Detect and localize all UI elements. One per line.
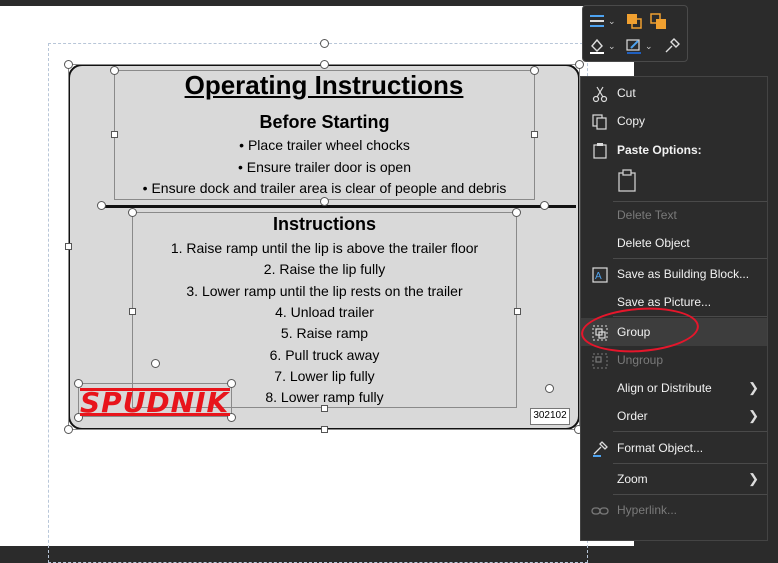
chevron-right-icon: ❯ — [748, 380, 759, 395]
paste-icon — [593, 143, 607, 159]
chevron-down-icon[interactable]: ⌄ — [608, 16, 616, 27]
rotate-handle[interactable] — [545, 384, 554, 393]
step-item[interactable]: 6. Pull truck away — [132, 347, 517, 363]
menu-separator — [613, 258, 767, 259]
chevron-right-icon: ❯ — [748, 408, 759, 423]
chevron-down-icon[interactable]: ⌄ — [645, 41, 653, 52]
mini-toolbar: ⌄ ⌄ ⌄ — [582, 5, 688, 62]
menu-item-hyperlink[interactable]: Hyperlink... — [581, 496, 767, 524]
menu-item-zoom[interactable]: Zoom ❯ — [581, 465, 767, 493]
menu-item-label: Delete Object — [617, 236, 690, 250]
outline-color-icon[interactable] — [625, 37, 643, 55]
menu-item-label: Zoom — [617, 472, 648, 486]
step-item[interactable]: 7. Lower lip fully — [132, 368, 517, 384]
chevron-down-icon[interactable]: ⌄ — [608, 41, 616, 52]
before-starting-heading[interactable]: Before Starting — [114, 112, 535, 133]
rotate-handle[interactable] — [320, 39, 329, 48]
resize-handle[interactable] — [320, 60, 329, 69]
before-item[interactable]: • Ensure trailer door is open — [114, 159, 535, 175]
resize-handle[interactable] — [64, 425, 73, 434]
spudnik-logo[interactable]: SPUDNIK — [80, 384, 230, 419]
menu-item-copy[interactable]: Copy — [581, 107, 767, 135]
menu-item-format-object[interactable]: Format Object... — [581, 434, 767, 462]
format-painter-icon[interactable] — [663, 37, 681, 55]
step-item[interactable]: 1. Raise ramp until the lip is above the… — [132, 240, 517, 256]
menu-item-save-building-block[interactable]: A Save as Building Block... — [581, 260, 767, 288]
menu-item-label: Hyperlink... — [617, 503, 678, 517]
menu-item-label: Delete Text — [617, 208, 677, 222]
menu-item-cut[interactable]: Cut — [581, 79, 767, 107]
svg-text:A: A — [595, 271, 602, 282]
instructions-heading[interactable]: Instructions — [132, 214, 517, 235]
step-item[interactable]: 2. Raise the lip fully — [132, 261, 517, 277]
resize-handle[interactable] — [540, 201, 549, 210]
fill-color-icon[interactable] — [588, 37, 606, 55]
resize-handle[interactable] — [65, 243, 72, 250]
menu-separator — [613, 494, 767, 495]
menu-item-label: Align or Distribute — [617, 381, 712, 395]
ungroup-icon — [592, 353, 608, 369]
menu-item-label: Format Object... — [617, 441, 704, 455]
send-backward-icon[interactable] — [649, 12, 667, 30]
menu-item-order[interactable]: Order ❯ — [581, 402, 767, 430]
resize-handle[interactable] — [321, 426, 328, 433]
resize-handle[interactable] — [64, 60, 73, 69]
menu-item-label: Order — [617, 409, 648, 423]
menu-item-delete-object[interactable]: Delete Object — [581, 229, 767, 257]
menu-item-label: Copy — [617, 114, 646, 128]
menu-item-paste-options: Paste Options: — [581, 136, 767, 164]
menu-item-align-distribute[interactable]: Align or Distribute ❯ — [581, 374, 767, 402]
logo-text: SPUDNIK — [80, 386, 230, 419]
building-block-icon: A — [592, 267, 608, 283]
format-object-icon — [593, 441, 608, 457]
scissors-icon — [592, 86, 608, 103]
sign-title[interactable]: Operating Instructions — [68, 70, 580, 101]
hyperlink-icon — [591, 507, 609, 515]
step-item[interactable]: 4. Unload trailer — [132, 304, 517, 320]
menu-item-label: Save as Building Block... — [617, 267, 750, 281]
resize-handle[interactable] — [97, 201, 106, 210]
step-item[interactable]: 3. Lower ramp until the lip rests on the… — [132, 283, 517, 299]
menu-item-label: Paste Options: — [617, 143, 702, 157]
menu-separator — [613, 431, 767, 432]
context-menu: Cut Copy Paste Options: Delete Text Dele… — [580, 76, 768, 541]
wrap-text-icon[interactable] — [588, 12, 606, 30]
menu-separator — [613, 463, 767, 464]
before-item[interactable]: • Place trailer wheel chocks — [114, 137, 535, 153]
part-code-box[interactable]: 302102 — [530, 408, 570, 425]
resize-handle[interactable] — [320, 197, 329, 206]
bring-forward-icon[interactable] — [625, 12, 643, 30]
menu-item-delete-text[interactable]: Delete Text — [581, 201, 767, 229]
resize-handle[interactable] — [321, 405, 328, 412]
before-item[interactable]: • Ensure dock and trailer area is clear … — [104, 180, 545, 196]
menu-item-label: Cut — [617, 86, 636, 100]
chevron-right-icon: ❯ — [748, 471, 759, 486]
paste-keep-format-icon[interactable] — [617, 169, 639, 193]
step-item[interactable]: 5. Raise ramp — [132, 325, 517, 341]
resize-handle[interactable] — [575, 60, 584, 69]
copy-icon — [592, 114, 607, 130]
